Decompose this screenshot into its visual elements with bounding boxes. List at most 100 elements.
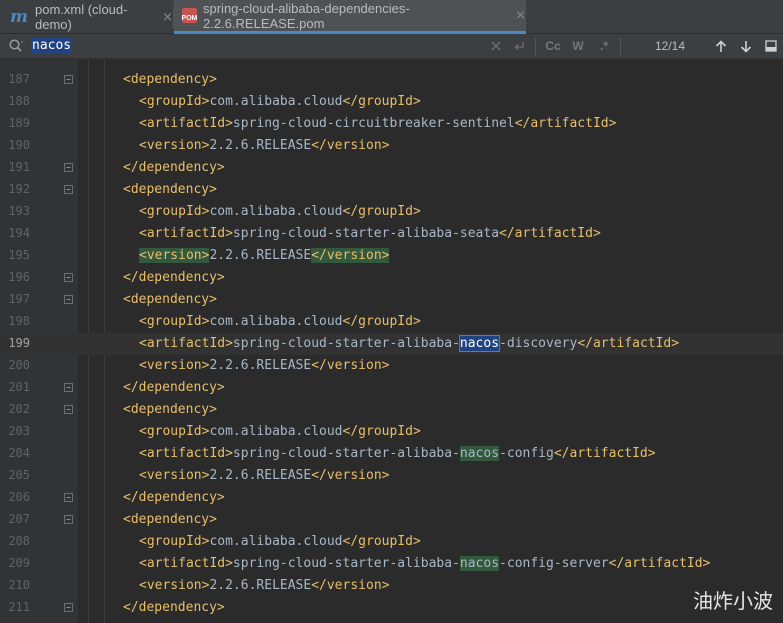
code-line[interactable]: 204 <artifactId>spring-cloud-starter-alib… — [0, 443, 783, 465]
xml-tag: </groupId> — [342, 314, 421, 329]
fold-marker-icon[interactable] — [64, 515, 73, 524]
close-icon[interactable]: × — [515, 8, 526, 23]
xml-text: com.alibaba.cloud — [209, 204, 343, 219]
code-line[interactable]: 187 <dependency> — [0, 69, 783, 91]
current-search-match: nacos — [458, 335, 501, 352]
fold-marker-icon[interactable] — [64, 493, 73, 502]
fold-marker-icon[interactable] — [64, 273, 73, 282]
code-editor[interactable]: 187 <dependency> 188 <groupId>com.alibaba.c… — [0, 59, 783, 623]
search-match: nacos — [459, 556, 500, 571]
xml-tag: </version> — [311, 578, 390, 593]
xml-tag: </dependency> — [123, 380, 225, 395]
code-line[interactable]: 201 </dependency> — [0, 377, 783, 399]
xml-tag: </version> — [311, 358, 390, 373]
code-line[interactable]: 211 </dependency> — [0, 597, 783, 619]
xml-text: 2.2.6.RELEASE — [209, 468, 312, 483]
code-line[interactable]: 197 <dependency> — [0, 289, 783, 311]
xml-tag: <artifactId> — [139, 336, 233, 351]
code-text: <dependency> — [123, 292, 217, 308]
xml-tag: <version> — [139, 248, 210, 263]
xml-text: com.alibaba.cloud — [209, 94, 343, 109]
line-number: 194 — [8, 226, 30, 240]
xml-tag: <version> — [139, 138, 210, 153]
xml-tag: </dependency> — [123, 490, 225, 505]
xml-tag: </artifactId> — [514, 116, 617, 131]
code-line[interactable]: 190 <version>2.2.6.RELEASE</version> — [0, 135, 783, 157]
code-line[interactable]: 205 <version>2.2.6.RELEASE</version> — [0, 465, 783, 487]
code-text: </dependency> — [123, 490, 225, 506]
code-line[interactable]: 206 </dependency> — [0, 487, 783, 509]
xml-tag: </groupId> — [342, 204, 421, 219]
tab-dependencies-pom[interactable]: POM spring-cloud-alibaba-dependencies-2.… — [174, 0, 526, 34]
code-text: <version>2.2.6.RELEASE</version> — [139, 578, 389, 594]
code-line[interactable]: 210 <version>2.2.6.RELEASE</version> — [0, 575, 783, 597]
code-line[interactable]: 209 <artifactId>spring-cloud-starter-alib… — [0, 553, 783, 575]
code-line[interactable]: 200 <version>2.2.6.RELEASE</version> — [0, 355, 783, 377]
code-line[interactable]: 191 </dependency> — [0, 157, 783, 179]
fold-marker-icon[interactable] — [64, 163, 73, 172]
line-number: 207 — [8, 512, 30, 526]
code-line[interactable]: 208 <groupId>com.alibaba.cloud</groupId> — [0, 531, 783, 553]
code-text: <dependency> — [123, 402, 217, 418]
xml-tag: <artifactId> — [139, 226, 233, 241]
code-text: <artifactId>spring-cloud-starter-alibaba… — [139, 556, 710, 572]
xml-tag: </dependency> — [123, 600, 225, 615]
line-number: 191 — [8, 160, 30, 174]
xml-tag: <artifactId> — [139, 556, 233, 571]
xml-text: spring-cloud-starter-alibaba- — [232, 556, 460, 571]
xml-tag: <groupId> — [139, 94, 210, 109]
code-line[interactable]: 194 <artifactId>spring-cloud-starter-alib… — [0, 223, 783, 245]
line-number: 200 — [8, 358, 30, 372]
fold-marker-icon[interactable] — [64, 75, 73, 84]
fold-marker-icon[interactable] — [64, 295, 73, 304]
code-text: <version>2.2.6.RELEASE</version> — [139, 248, 390, 264]
line-number: 203 — [8, 424, 30, 438]
code-text: <groupId>com.alibaba.cloud</groupId> — [139, 424, 421, 440]
line-number: 195 — [8, 248, 30, 262]
code-text: <dependency> — [123, 512, 217, 528]
xml-tag: <dependency> — [123, 72, 217, 87]
xml-tag: <dependency> — [123, 292, 217, 307]
xml-text: 2.2.6.RELEASE — [209, 358, 312, 373]
fold-marker-icon[interactable] — [64, 603, 73, 612]
code-text: <artifactId>spring-cloud-starter-alibaba… — [139, 335, 679, 352]
code-line[interactable]: 192 <dependency> — [0, 179, 783, 201]
xml-text: 2.2.6.RELEASE — [209, 578, 312, 593]
xml-tag: <groupId> — [139, 424, 210, 439]
code-line[interactable]: 207 <dependency> — [0, 509, 783, 531]
xml-text: 2.2.6.RELEASE — [209, 248, 312, 263]
xml-tag: <groupId> — [139, 314, 210, 329]
code-line[interactable]: 188 <groupId>com.alibaba.cloud</groupId> — [0, 91, 783, 113]
code-line[interactable]: 193 <groupId>com.alibaba.cloud</groupId> — [0, 201, 783, 223]
code-line[interactable]: 203 <groupId>com.alibaba.cloud</groupId> — [0, 421, 783, 443]
fold-marker-icon[interactable] — [64, 185, 73, 194]
xml-tag: </dependency> — [123, 270, 225, 285]
fold-marker-icon[interactable] — [64, 383, 73, 392]
tab-pom-xml[interactable]: m pom.xml (cloud-demo) × — [0, 0, 173, 34]
xml-tag: </artifactId> — [553, 446, 656, 461]
xml-tag: <artifactId> — [139, 446, 233, 461]
code-text: <version>2.2.6.RELEASE</version> — [139, 468, 389, 484]
search-match: nacos — [459, 446, 500, 461]
watermark: 油炸小波 — [693, 589, 773, 613]
fold-marker-icon[interactable] — [64, 405, 73, 414]
close-icon[interactable]: × — [162, 10, 173, 25]
code-text: <version>2.2.6.RELEASE</version> — [139, 358, 389, 374]
code-line[interactable]: 189 <artifactId>spring-cloud-circuitbreak… — [0, 113, 783, 135]
line-number: 204 — [8, 446, 30, 460]
code-text: <dependency> — [123, 72, 217, 88]
code-line[interactable]: 202 <dependency> — [0, 399, 783, 421]
line-number: 199 — [8, 336, 30, 350]
xml-tag: </groupId> — [342, 424, 421, 439]
code-text: <artifactId>spring-cloud-starter-alibaba… — [139, 226, 601, 242]
maven-m-icon: m — [10, 7, 28, 27]
xml-tag: </artifactId> — [608, 556, 711, 571]
code-text: <groupId>com.alibaba.cloud</groupId> — [139, 534, 421, 550]
code-line[interactable]: 199 <artifactId>spring-cloud-starter-alib… — [0, 333, 783, 355]
code-line[interactable]: 198 <groupId>com.alibaba.cloud</groupId> — [0, 311, 783, 333]
xml-text: -config-server — [499, 556, 609, 571]
code-text: <groupId>com.alibaba.cloud</groupId> — [139, 314, 421, 330]
code-line[interactable]: 196 </dependency> — [0, 267, 783, 289]
xml-text: -config — [499, 446, 554, 461]
code-line[interactable]: 195 <version>2.2.6.RELEASE</version> — [0, 245, 783, 267]
